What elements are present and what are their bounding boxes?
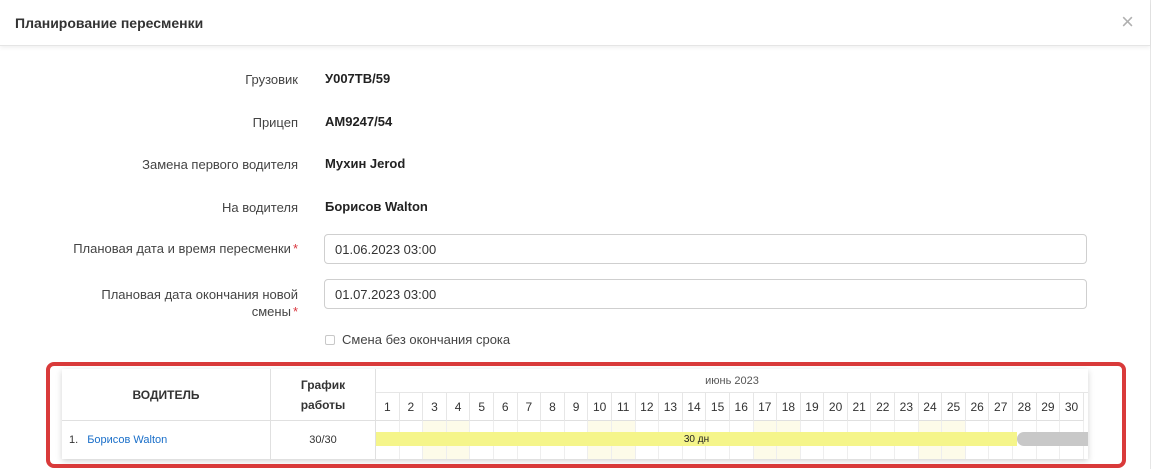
planned-end-label: Плановая дата окончания новой смены * xyxy=(101,286,298,320)
no-end-checkbox-row[interactable]: Смена без окончания срока xyxy=(325,332,510,347)
close-icon[interactable]: × xyxy=(1121,11,1134,33)
planned-end-input[interactable]: 01.07.2023 03:00 xyxy=(324,279,1087,309)
trailer-value: АМ9247/54 xyxy=(325,114,393,129)
replace-driver-label: Замена первого водителя xyxy=(142,157,298,172)
to-driver-label: На водителя xyxy=(221,200,298,215)
required-mark: * xyxy=(292,241,298,256)
shift-planning-dialog: Планирование пересменки × Грузовик У007Т… xyxy=(0,0,1151,469)
truck-value: У007ТВ/59 xyxy=(325,71,391,86)
no-end-checkbox-label[interactable]: Смена без окончания срока xyxy=(342,332,510,347)
planned-start-label: Плановая дата и время пересменки * xyxy=(73,240,298,257)
to-driver-value: Борисов Walton xyxy=(325,199,428,214)
replace-driver-value: Мухин Jerod xyxy=(325,156,406,171)
planned-end-label-line2: смены xyxy=(251,304,291,319)
planned-start-label-text: Плановая дата и время пересменки xyxy=(73,241,291,256)
highlight-frame xyxy=(46,362,1126,468)
no-end-checkbox[interactable] xyxy=(325,334,335,345)
dialog-title: Планирование пересменки xyxy=(15,14,204,31)
dialog-header: Планирование пересменки × xyxy=(0,0,1150,46)
planned-end-label-line1: Плановая дата окончания новой xyxy=(101,287,298,302)
trailer-label: Прицеп xyxy=(252,115,298,130)
required-mark: * xyxy=(292,304,298,319)
truck-label: Грузовик xyxy=(245,72,298,87)
planned-start-input[interactable]: 01.06.2023 03:00 xyxy=(324,234,1087,264)
